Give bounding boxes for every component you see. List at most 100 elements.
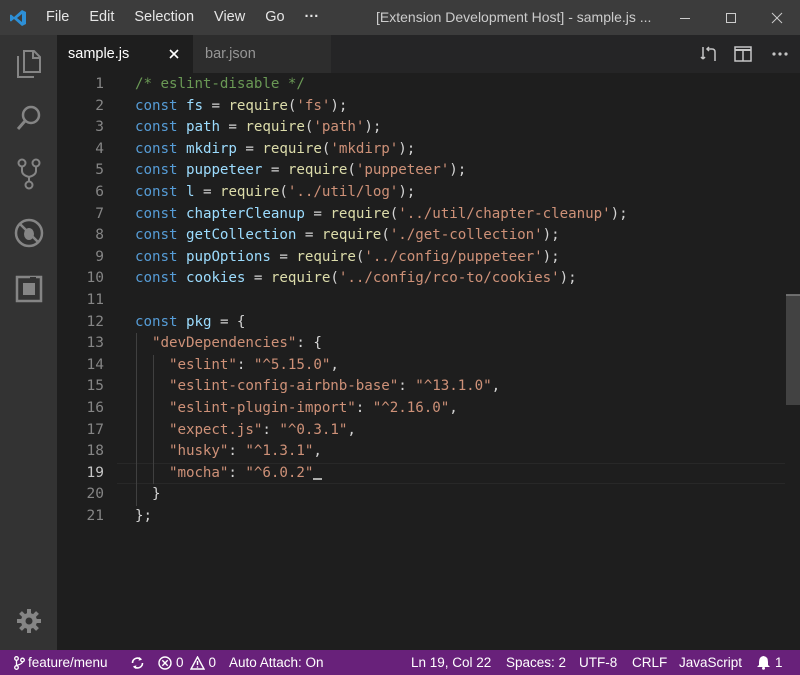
code-token: , — [491, 378, 501, 395]
auto-attach-toggle[interactable]: Auto Attach: On — [229, 650, 324, 675]
indentation[interactable]: Spaces: 2 — [506, 650, 566, 675]
code-token: ); — [610, 205, 628, 222]
code-token: "devDependencies" — [151, 335, 297, 352]
minimize-button[interactable] — [662, 0, 708, 35]
scrollbar-thumb[interactable] — [786, 295, 800, 405]
line-number: 19 — [86, 464, 104, 481]
maximize-button[interactable] — [708, 0, 754, 35]
code-token: chapterCleanup — [185, 205, 305, 222]
code-token: const — [135, 248, 178, 265]
code-token: ( — [381, 227, 390, 244]
code-line: const puppeteer = require('puppeteer'); — [135, 160, 466, 182]
code-editor[interactable]: 1 2 3 4 5 6 7 8 9 10 11 12 13 14 15 16 17 18 19 20 21 /* esl… — [57, 73, 800, 650]
code-token: = — [270, 248, 297, 265]
code-token: = — [202, 97, 229, 114]
code-token: require — [270, 270, 331, 287]
code-line: "expect.js": "^0.3.1", — [135, 420, 356, 442]
code-area[interactable]: /* eslint-disable */const fs = require('… — [135, 73, 775, 650]
split-editor-button[interactable] — [726, 35, 760, 73]
code-token: : — [228, 443, 246, 460]
menu-edit[interactable]: Edit — [79, 0, 124, 35]
end-of-line[interactable]: CRLF — [632, 650, 667, 675]
menu-view[interactable]: View — [204, 0, 255, 35]
code-token: ); — [559, 270, 577, 287]
code-token: puppeteer — [185, 162, 263, 179]
code-token: , — [330, 356, 339, 373]
line-number: 3 — [95, 119, 104, 136]
code-token: ( — [347, 162, 356, 179]
extensions-icon[interactable] — [0, 264, 57, 314]
language-mode[interactable]: JavaScript — [679, 650, 742, 675]
code-token: = { — [211, 313, 246, 330]
debug-icon[interactable] — [0, 208, 57, 258]
code-token: cookies — [185, 270, 246, 287]
code-token: "^1.3.1" — [245, 443, 314, 460]
tab-bar-json[interactable]: bar.json — [193, 35, 331, 73]
close-icon[interactable] — [165, 45, 183, 63]
line-number: 1 — [95, 76, 104, 92]
menu-bar: File Edit Selection View Go ··· — [36, 0, 329, 35]
code-line: "eslint-plugin-import": "^2.16.0", — [135, 398, 458, 420]
code-line: const chapterCleanup = require('../util/… — [135, 204, 628, 226]
encoding[interactable]: UTF-8 — [579, 650, 617, 675]
gear-icon[interactable] — [0, 596, 57, 646]
code-token: require — [321, 227, 382, 244]
line-number: 6 — [95, 184, 104, 200]
problems-indicator[interactable]: 0 0 — [158, 650, 216, 675]
close-window-button[interactable] — [754, 0, 800, 35]
tab-sample-js[interactable]: sample.js — [57, 35, 193, 73]
code-line: const pkg = { — [135, 312, 245, 334]
code-token: require — [262, 140, 322, 157]
vscode-logo-icon — [0, 0, 36, 35]
code-token: = — [245, 270, 271, 287]
vertical-scrollbar[interactable] — [786, 73, 800, 650]
code-token: pkg — [185, 313, 212, 330]
line-number: 14 — [86, 356, 104, 373]
code-line: const pupOptions = require('../config/pu… — [135, 247, 560, 269]
source-control-icon[interactable] — [0, 149, 57, 199]
branch-indicator[interactable]: feature/menu — [14, 650, 108, 675]
menu-file[interactable]: File — [36, 0, 79, 35]
sync-button[interactable] — [130, 650, 145, 675]
more-actions-button[interactable] — [760, 35, 800, 73]
line-number: 17 — [86, 421, 104, 438]
files-icon[interactable] — [0, 39, 57, 89]
error-count: 0 — [176, 655, 184, 670]
close-icon — [771, 12, 783, 23]
search-icon[interactable] — [0, 93, 57, 143]
line-number: 8 — [95, 227, 104, 244]
line-number-gutter: 1 2 3 4 5 6 7 8 9 10 11 12 13 14 15 16 17 18 19 20 21 — [57, 73, 117, 650]
code-token: = — [304, 205, 331, 222]
code-token: require — [219, 184, 280, 200]
code-token: ); — [542, 227, 560, 244]
open-changes-button[interactable] — [692, 35, 726, 73]
line-number: 20 — [86, 486, 104, 503]
code-token: ); — [364, 119, 382, 136]
code-token: '../util/chapter-cleanup' — [398, 205, 611, 222]
cursor-position[interactable]: Ln 19, Col 22 — [411, 650, 491, 675]
code-line: }; — [135, 506, 152, 528]
line-number: 12 — [86, 313, 104, 330]
status-bar: feature/menu 0 0 Auto Attach: On Ln 19, … — [0, 650, 800, 675]
notifications-button[interactable]: 1 — [756, 650, 783, 675]
branch-name: feature/menu — [28, 655, 108, 670]
code-token: require — [296, 248, 356, 265]
code-line: const l = require('../util/log'); — [135, 182, 415, 204]
code-token: 'fs' — [296, 97, 331, 114]
code-token: getCollection — [185, 227, 297, 244]
code-token: ); — [398, 140, 416, 157]
code-token: = — [219, 119, 246, 136]
code-line: "devDependencies": { — [135, 333, 322, 355]
menu-go[interactable]: Go — [255, 0, 294, 35]
code-token: const — [135, 140, 178, 157]
line-number: 13 — [86, 335, 104, 352]
text-cursor — [313, 477, 323, 480]
menu-selection[interactable]: Selection — [124, 0, 204, 35]
code-token: = — [296, 227, 322, 244]
code-token: const — [135, 184, 178, 200]
code-token: ( — [279, 184, 288, 200]
branch-icon — [14, 655, 25, 670]
menu-more[interactable]: ··· — [295, 0, 330, 35]
